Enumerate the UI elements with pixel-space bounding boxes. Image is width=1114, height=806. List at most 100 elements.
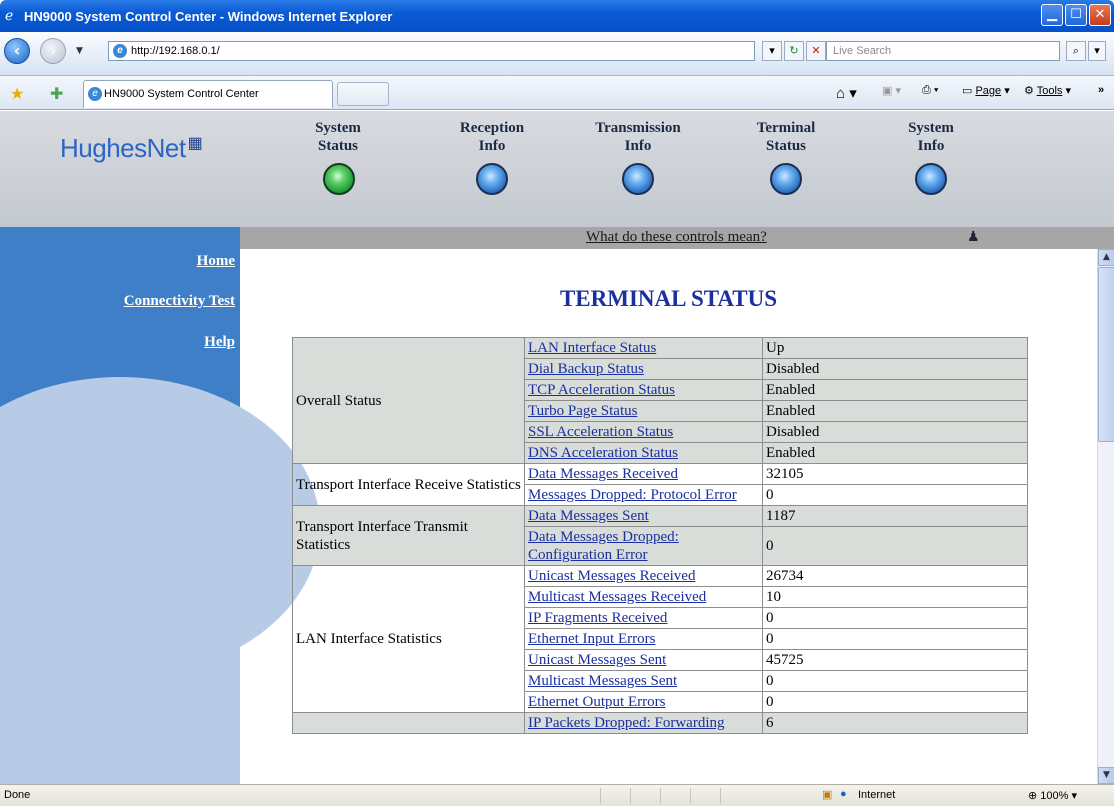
terminal-status-led-icon[interactable] [770,163,802,195]
row-value: 0 [762,484,1028,506]
search-icon[interactable]: ⌕ [1066,41,1086,61]
row-value: 0 [762,691,1028,713]
row-link[interactable]: IP Fragments Received [524,607,763,629]
row-link[interactable]: Multicast Messages Sent [524,670,763,692]
group-overall-status: Overall Status [292,337,525,464]
tools-menu-label: Tools [1036,85,1063,97]
home-icon[interactable]: ⌂ ▾ [836,84,857,102]
nav-line1: Transmission [595,120,681,136]
table-row: LAN Interface Statistics Unicast Message… [292,565,1028,713]
refresh-icon[interactable]: ↻ [784,41,804,61]
row-link[interactable]: LAN Interface Status [524,337,763,359]
system-status-led-icon[interactable] [323,163,355,195]
forward-button[interactable]: › [40,38,66,64]
sidebar-link-home[interactable]: Home [197,253,235,270]
print-icon[interactable]: ⎙ ▾ [922,84,938,97]
row-value: 0 [762,670,1028,692]
tab-page-icon: e [88,87,102,101]
row-link[interactable]: DNS Acceleration Status [524,442,763,464]
row-link[interactable]: SSL Acceleration Status [524,421,763,443]
nav-transmission-info[interactable]: Transmission Info [583,119,693,155]
nav-terminal-status[interactable]: Terminal Status [731,119,841,155]
sidebar-link-help[interactable]: Help [204,334,235,351]
main-content: TERMINAL STATUS Overall Status LAN Inter… [240,249,1097,784]
table-row: Overall Status LAN Interface Status Up [292,337,1028,464]
minimize-button[interactable]: ▁ [1041,4,1063,26]
row-link[interactable]: Turbo Page Status [524,400,763,422]
group-lan-statistics: LAN Interface Statistics [292,565,525,713]
row-link[interactable]: Ethernet Input Errors [524,628,763,650]
status-text: Done [4,789,31,801]
terminal-status-table: Overall Status LAN Interface Status Up D… [292,337,1028,734]
tab-toolbar: ★ ✚ e HN9000 System Control Center ⌂ ▾ ▣… [0,76,1114,110]
close-button[interactable]: ✕ [1089,4,1111,26]
row-link[interactable]: Multicast Messages Received [524,586,763,608]
nav-line1: System [908,120,954,136]
status-segment [690,788,720,804]
reception-info-led-icon[interactable] [476,163,508,195]
page-menu[interactable]: ▭ Page ▾ [962,84,1010,97]
tab-active[interactable]: e HN9000 System Control Center [83,80,333,108]
new-tab-button[interactable] [337,82,389,106]
row-link[interactable]: Unicast Messages Received [524,565,763,587]
nav-system-status[interactable]: System Status [283,119,393,155]
row-value: Disabled [762,421,1028,443]
group-transmit-statistics: Transport Interface Transmit Statistics [292,505,525,566]
back-button[interactable]: ‹ [4,38,30,64]
row-value: 26734 [762,565,1028,587]
row-link[interactable]: Ethernet Output Errors [524,691,763,713]
vertical-scrollbar[interactable]: ▲ ▼ [1097,249,1114,784]
search-input[interactable]: Live Search [826,41,1060,61]
nav-line2: Info [624,138,652,154]
row-value: Up [762,337,1028,359]
nav-reception-info[interactable]: Reception Info [437,119,547,155]
group-next [292,712,525,734]
scroll-thumb[interactable] [1098,267,1114,442]
status-segment [660,788,690,804]
system-info-led-icon[interactable] [915,163,947,195]
address-input[interactable]: e http://192.168.0.1/ [108,41,755,61]
row-value: 45725 [762,649,1028,671]
logo-mark-icon: ▦ [187,135,203,152]
maximize-button[interactable]: ☐ [1065,4,1087,26]
person-help-icon[interactable]: ♟ [967,229,980,245]
add-favorites-icon[interactable]: ✚ [50,84,63,103]
group-receive-statistics: Transport Interface Receive Statistics [292,463,525,506]
row-link[interactable]: Data Messages Sent [524,505,763,527]
feeds-icon[interactable]: ▣ ▾ [882,84,901,97]
row-link[interactable]: Unicast Messages Sent [524,649,763,671]
chevron-icon[interactable]: » [1098,84,1104,96]
nav-line1: Terminal [756,120,816,136]
left-sidebar: Home Connectivity Test Help [0,227,320,784]
scroll-down-icon[interactable]: ▼ [1098,767,1114,784]
scroll-up-icon[interactable]: ▲ [1098,249,1114,266]
protected-mode-icon[interactable]: ▣ [822,788,832,801]
favorites-star-icon[interactable]: ★ [10,84,24,103]
row-value: Disabled [762,358,1028,380]
row-link[interactable]: Data Messages Dropped: Configuration Err… [524,526,763,566]
what-controls-mean-link[interactable]: What do these controls mean? [586,229,767,246]
address-dropdown-icon[interactable]: ▾ [762,41,782,61]
window-title-bar: ℯ HN9000 System Control Center - Windows… [0,0,1114,32]
search-options-icon[interactable]: ▾ [1088,41,1106,61]
transmission-info-led-icon[interactable] [622,163,654,195]
nav-line1: Reception [459,120,525,136]
zoom-control[interactable]: ⊕ 100% ▾ [1028,789,1077,802]
tools-menu[interactable]: ⚙ Tools ▾ [1024,84,1071,97]
status-segment [600,788,630,804]
zone-text: Internet [858,789,896,801]
row-value: 0 [762,628,1028,650]
sidebar-link-connectivity-test[interactable]: Connectivity Test [124,293,235,310]
row-link[interactable]: TCP Acceleration Status [524,379,763,401]
status-segment [630,788,660,804]
row-link[interactable]: Messages Dropped: Protocol Error [524,484,763,506]
row-value: Enabled [762,442,1028,464]
row-link[interactable]: Data Messages Received [524,463,763,485]
recent-pages-dropdown[interactable]: ▼ [76,46,83,56]
nav-system-info[interactable]: System Info [876,119,986,155]
address-url-text: http://192.168.0.1/ [131,45,220,57]
stop-icon[interactable]: ✕ [806,41,826,61]
row-link[interactable]: IP Packets Dropped: Forwarding [524,712,763,734]
row-value: 10 [762,586,1028,608]
row-link[interactable]: Dial Backup Status [524,358,763,380]
